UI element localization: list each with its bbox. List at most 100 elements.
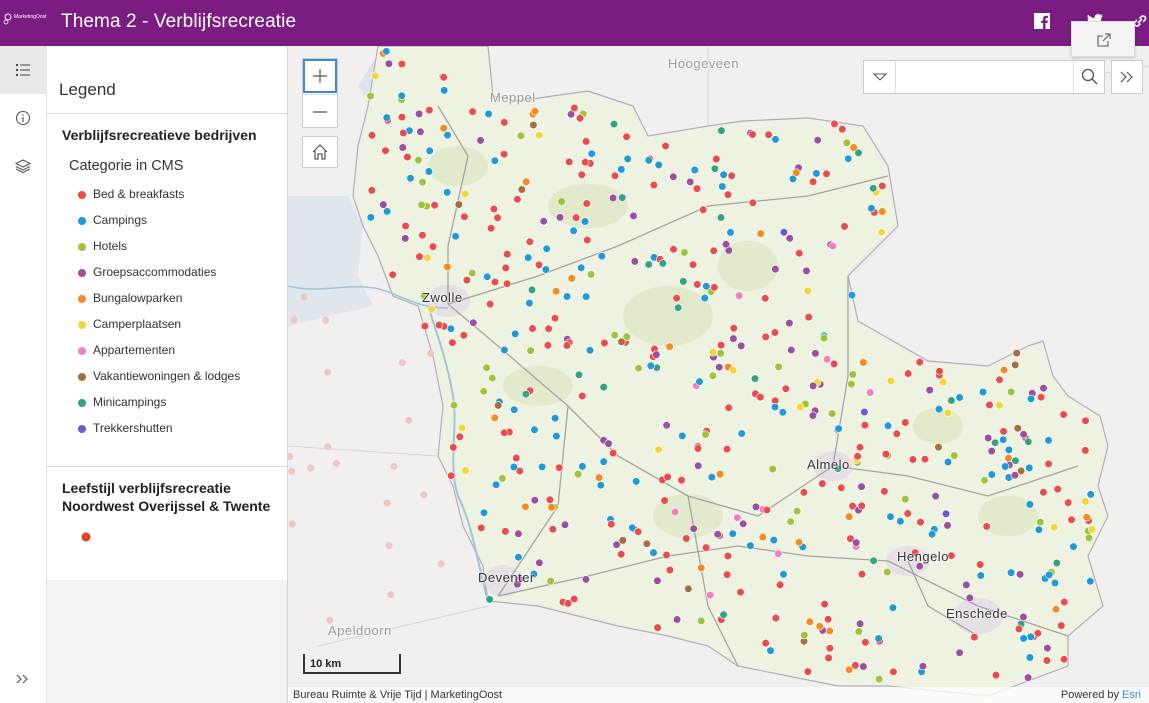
map-point[interactable] <box>1050 578 1060 588</box>
map-point[interactable] <box>544 324 553 333</box>
map-point[interactable] <box>414 155 423 165</box>
rail-layers-button[interactable] <box>0 142 47 190</box>
map-point[interactable] <box>813 136 822 145</box>
map-point[interactable] <box>449 401 459 410</box>
map-point[interactable] <box>583 235 592 245</box>
map-point[interactable] <box>562 341 572 350</box>
map-point[interactable] <box>878 207 887 216</box>
map-point[interactable] <box>662 421 671 430</box>
map-point[interactable] <box>476 136 485 145</box>
map-point[interactable] <box>557 197 566 206</box>
map-point[interactable] <box>701 430 710 439</box>
map-point[interactable] <box>560 520 570 529</box>
map-point[interactable] <box>525 299 534 308</box>
map-point[interactable] <box>737 429 746 438</box>
map-point[interactable] <box>671 507 680 517</box>
map-point[interactable] <box>733 513 742 522</box>
map-point[interactable] <box>1034 525 1044 534</box>
map-point[interactable] <box>424 167 433 176</box>
map-point[interactable] <box>736 587 745 597</box>
map-point[interactable] <box>860 421 870 430</box>
map-point[interactable] <box>684 584 693 593</box>
map-point[interactable] <box>382 113 391 122</box>
map-point[interactable] <box>869 184 878 193</box>
map-point[interactable] <box>503 279 512 288</box>
map-point[interactable] <box>490 413 499 423</box>
map-point[interactable] <box>617 165 626 174</box>
map-point[interactable] <box>607 520 616 529</box>
map-point[interactable] <box>448 338 457 347</box>
map-point[interactable] <box>818 479 827 488</box>
map-point[interactable] <box>686 177 695 186</box>
map-point[interactable] <box>401 234 410 243</box>
map-point[interactable] <box>980 476 989 485</box>
map-point[interactable] <box>646 361 655 370</box>
map-point[interactable] <box>866 388 875 397</box>
map-point[interactable] <box>995 375 1004 384</box>
map-point[interactable] <box>1015 570 1025 579</box>
map-point[interactable] <box>388 270 397 279</box>
map-point[interactable] <box>710 283 719 292</box>
map-point[interactable] <box>707 473 716 482</box>
map-point[interactable] <box>381 146 390 155</box>
map-point[interactable] <box>690 165 699 175</box>
map-point[interactable] <box>546 576 555 586</box>
map-point[interactable] <box>908 455 918 464</box>
map-point[interactable] <box>366 91 375 101</box>
map-point[interactable] <box>461 466 470 475</box>
map-point[interactable] <box>609 119 619 129</box>
map-point[interactable] <box>943 521 952 530</box>
map-point[interactable] <box>708 371 717 380</box>
map-point[interactable] <box>669 245 678 254</box>
map-point[interactable] <box>1026 632 1035 641</box>
map-point[interactable] <box>995 401 1004 410</box>
map-point[interactable] <box>700 293 709 303</box>
map-point[interactable] <box>794 538 804 547</box>
map-point[interactable] <box>1025 653 1035 662</box>
map-point[interactable] <box>574 470 583 479</box>
map-point[interactable] <box>985 400 994 410</box>
map-point[interactable] <box>565 157 574 166</box>
map-point[interactable] <box>886 512 895 521</box>
map-point[interactable] <box>649 180 659 190</box>
map-point[interactable] <box>609 193 618 202</box>
map-point[interactable] <box>500 345 509 355</box>
esri-link[interactable]: Esri <box>1122 689 1141 701</box>
map-point[interactable] <box>756 393 765 402</box>
map-point[interactable] <box>824 653 833 663</box>
map-point[interactable] <box>525 237 534 246</box>
map-point[interactable] <box>1019 612 1028 622</box>
map-point[interactable] <box>415 109 424 118</box>
map-point[interactable] <box>529 120 538 130</box>
map-point[interactable] <box>574 370 584 379</box>
map-point[interactable] <box>896 517 905 526</box>
map-point[interactable] <box>371 71 380 80</box>
map-point[interactable] <box>716 349 725 358</box>
map-point[interactable] <box>522 177 531 186</box>
map-point[interactable] <box>416 127 425 136</box>
map-point[interactable] <box>915 358 924 367</box>
map-point[interactable] <box>901 495 910 504</box>
map-point[interactable] <box>802 266 811 275</box>
map-point[interactable] <box>1036 518 1045 527</box>
map-point[interactable] <box>999 435 1008 444</box>
map-point[interactable] <box>672 294 681 303</box>
map-point[interactable] <box>569 226 578 235</box>
map-point[interactable] <box>855 443 865 452</box>
map-point[interactable] <box>634 364 643 373</box>
map-point[interactable] <box>1039 488 1048 497</box>
map-point[interactable] <box>999 365 1009 375</box>
map-point[interactable] <box>501 527 510 536</box>
map-point[interactable] <box>934 405 944 414</box>
map-point[interactable] <box>853 452 862 461</box>
zoom-in-button[interactable] <box>303 59 337 93</box>
map-point[interactable] <box>916 518 925 527</box>
map-point[interactable] <box>542 244 551 253</box>
map-point[interactable] <box>697 563 706 572</box>
map-point[interactable] <box>1042 656 1052 665</box>
map-point[interactable] <box>729 324 738 333</box>
map-point[interactable] <box>1010 471 1020 480</box>
map-point[interactable] <box>723 190 733 199</box>
map-point[interactable] <box>526 346 535 355</box>
map-point[interactable] <box>795 249 804 258</box>
